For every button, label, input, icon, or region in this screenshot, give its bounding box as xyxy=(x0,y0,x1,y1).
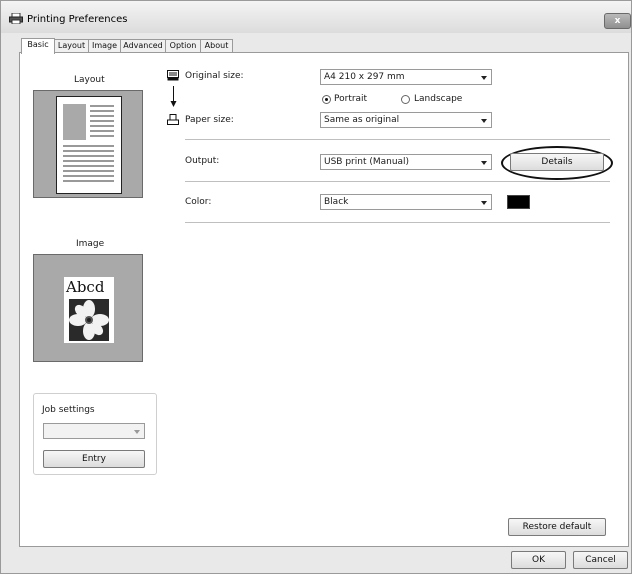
divider xyxy=(185,181,610,182)
scanner-icon xyxy=(167,70,179,81)
landscape-label: Landscape xyxy=(414,94,463,104)
job-settings-select[interactable] xyxy=(43,423,145,439)
tab-layout[interactable]: Layout xyxy=(54,39,89,53)
down-arrow-icon xyxy=(170,86,177,107)
flower-image-icon xyxy=(69,299,109,341)
image-preview: Abcd xyxy=(33,254,143,362)
window-title: Printing Preferences xyxy=(27,14,128,25)
portrait-radio[interactable] xyxy=(322,95,331,104)
divider xyxy=(185,139,610,140)
original-size-label: Original size: xyxy=(185,71,244,81)
restore-default-button[interactable]: Restore default xyxy=(508,518,606,536)
output-select[interactable]: USB print (Manual) xyxy=(320,154,492,170)
output-label: Output: xyxy=(185,156,220,166)
portrait-label: Portrait xyxy=(334,94,368,104)
title-bar: Printing Preferences x xyxy=(1,1,631,33)
color-swatch xyxy=(507,195,530,209)
image-sample-page: Abcd xyxy=(64,277,114,343)
layout-preview-title: Layout xyxy=(74,75,105,85)
basic-tab-panel: Layout Image Abcd Job settings Entry Ori… xyxy=(19,52,629,547)
chevron-down-icon xyxy=(481,161,487,165)
close-button[interactable]: x xyxy=(604,13,631,29)
cancel-button[interactable]: Cancel xyxy=(573,551,628,569)
divider xyxy=(185,222,610,223)
printing-preferences-window: Printing Preferences x Basic Layout Imag… xyxy=(0,0,632,574)
tab-advanced[interactable]: Advanced xyxy=(120,39,166,53)
color-select[interactable]: Black xyxy=(320,194,492,210)
original-size-select[interactable]: A4 210 x 297 mm xyxy=(320,69,492,85)
tab-option[interactable]: Option xyxy=(165,39,201,53)
chevron-down-icon xyxy=(134,430,140,434)
page-preview-icon xyxy=(56,96,122,194)
printer-icon xyxy=(9,13,23,24)
image-preview-title: Image xyxy=(76,239,105,249)
paper-tray-icon xyxy=(167,114,179,125)
layout-preview xyxy=(33,90,143,198)
entry-button[interactable]: Entry xyxy=(43,450,145,468)
color-label: Color: xyxy=(185,197,212,207)
ok-button[interactable]: OK xyxy=(511,551,566,569)
tab-basic[interactable]: Basic xyxy=(21,38,55,54)
chevron-down-icon xyxy=(481,201,487,205)
details-button[interactable]: Details xyxy=(510,153,604,171)
tab-image[interactable]: Image xyxy=(88,39,121,53)
job-settings-title: Job settings xyxy=(42,405,95,415)
tab-about[interactable]: About xyxy=(200,39,233,53)
chevron-down-icon xyxy=(481,119,487,123)
job-settings-group: Job settings Entry xyxy=(33,393,157,475)
landscape-radio[interactable] xyxy=(401,95,410,104)
paper-size-select[interactable]: Same as original xyxy=(320,112,492,128)
paper-size-label: Paper size: xyxy=(185,115,234,125)
chevron-down-icon xyxy=(481,76,487,80)
image-sample-text: Abcd xyxy=(66,278,105,296)
